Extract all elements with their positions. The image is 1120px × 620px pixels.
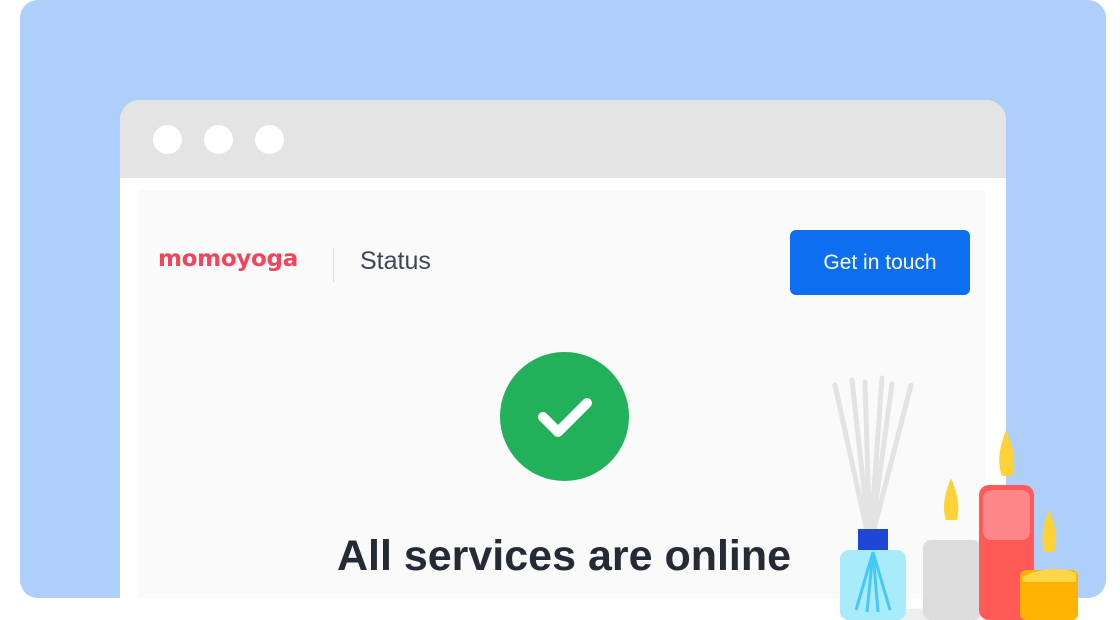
window-dot-icon bbox=[153, 125, 182, 154]
window-dot-icon bbox=[204, 125, 233, 154]
stage: momoyoga Status Get in touch All service… bbox=[0, 0, 1120, 620]
header-divider bbox=[333, 248, 334, 282]
window-dot-icon bbox=[255, 125, 284, 154]
status-ok-badge bbox=[500, 352, 629, 481]
page-title: Status bbox=[360, 247, 431, 275]
get-in-touch-button[interactable]: Get in touch bbox=[790, 230, 970, 295]
diffuser-and-candles-illustration bbox=[832, 375, 1080, 620]
checkmark-icon bbox=[538, 398, 592, 437]
browser-titlebar bbox=[120, 100, 1006, 178]
brand-logo[interactable]: momoyoga bbox=[158, 245, 298, 273]
